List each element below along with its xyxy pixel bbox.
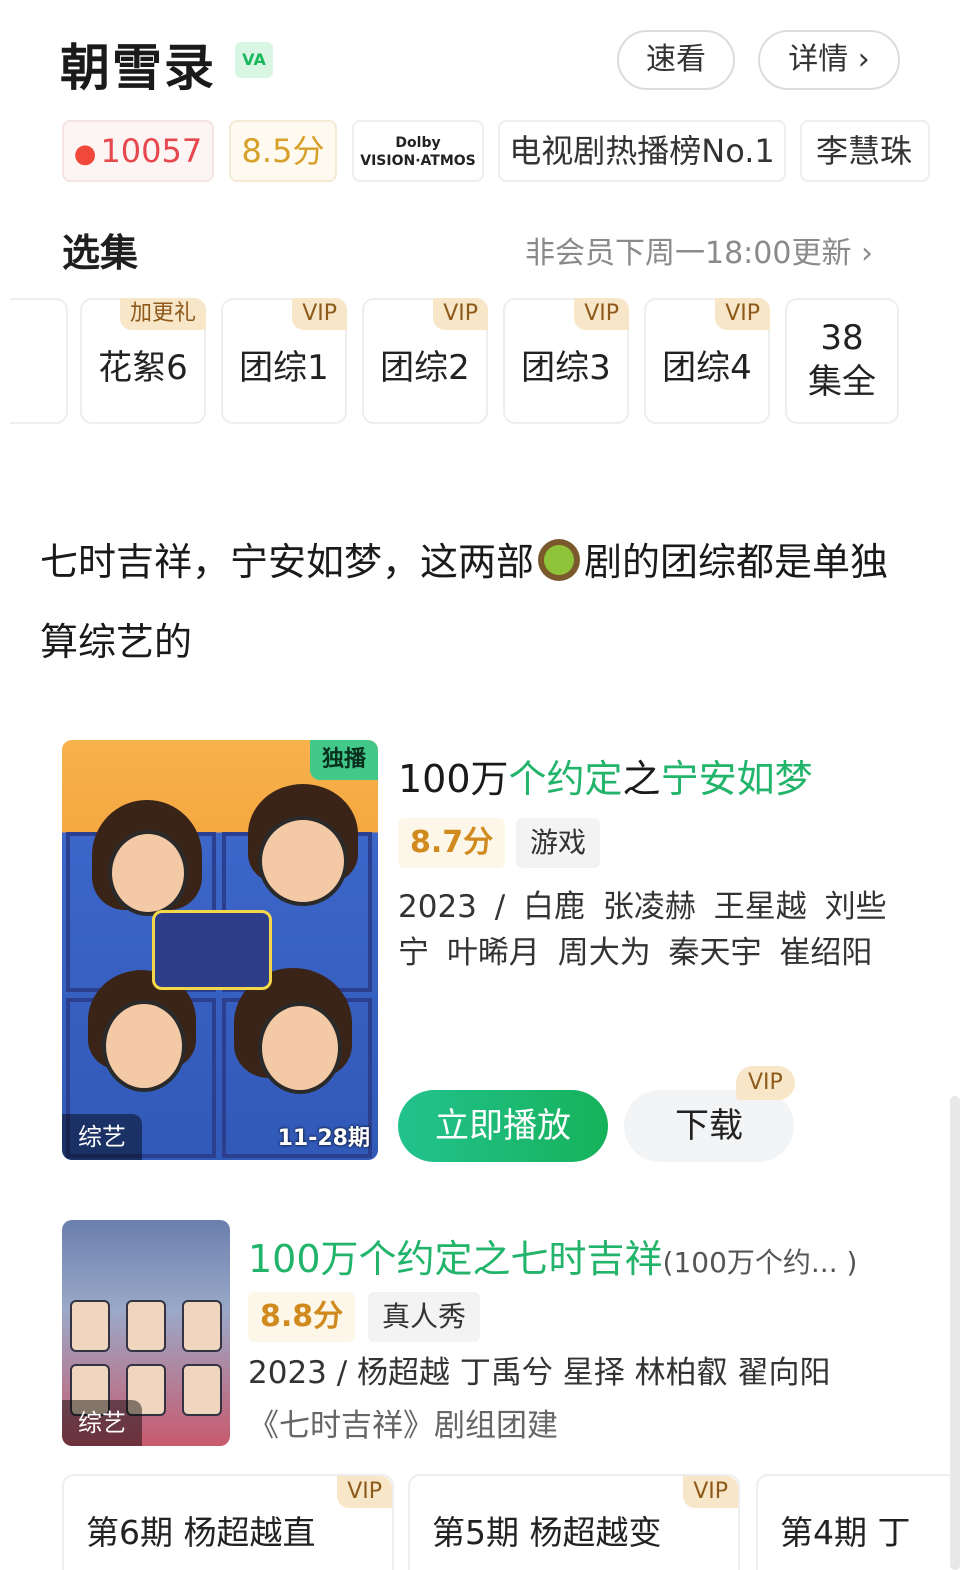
episode-tile[interactable]: VIP 团综3: [503, 298, 629, 424]
title-part: 个约定: [508, 757, 623, 801]
vip-badge: VIP: [715, 298, 770, 330]
show-title[interactable]: 100万个约定之宁安如梦: [398, 748, 813, 803]
category-tag: 综艺: [62, 1114, 142, 1160]
title-part: 100万: [398, 757, 509, 801]
cast-meta: 2023 / 白鹿 张凌赫 王星越 刘些宁 叶晞月 周大为 秦天宇 崔绍阳: [398, 889, 887, 971]
flame-icon: ●: [73, 139, 97, 169]
dolby-logo: Dolby: [395, 135, 441, 151]
poster-figure: [70, 1300, 110, 1352]
genre-tag[interactable]: 真人秀: [368, 1292, 481, 1342]
episode-tile-partial[interactable]: [10, 298, 68, 424]
episode-tile[interactable]: VIP 团综1: [221, 298, 347, 424]
episode-count: 38: [820, 318, 864, 358]
cast-meta: 2023 / 杨超越 丁禹兮 星择 林柏叡 翟向阳: [248, 1355, 831, 1391]
vip-badge: VIP: [292, 298, 347, 330]
complete-label: 集全: [808, 362, 876, 402]
heat-tag[interactable]: ● 10057: [62, 120, 214, 182]
title-part: 宁安如梦: [660, 757, 813, 801]
episode-tile[interactable]: VIP 团综2: [362, 298, 488, 424]
episode-card-title: 第5期 杨超越变: [432, 1513, 662, 1552]
poster-figure: [182, 1364, 222, 1416]
show-poster[interactable]: 综艺: [62, 1220, 230, 1446]
exclusive-badge: 独播: [309, 740, 378, 780]
poster-figure: [126, 1300, 166, 1352]
vip-badge: VIP: [683, 1476, 738, 1508]
title-alias: (100万个约... ): [662, 1246, 858, 1279]
update-schedule-link[interactable]: 非会员下周一18:00更新 ›: [525, 228, 873, 272]
va-badge-icon: VA: [235, 42, 273, 78]
show-poster[interactable]: 独播 综艺 11-28期: [62, 740, 378, 1160]
vip-badge: VIP: [736, 1066, 795, 1100]
vip-badge: VIP: [574, 298, 629, 330]
episode-label: 团综1: [239, 348, 329, 388]
post-text: 七时吉祥，宁安如梦，这两部 剧的团综都是单独算综艺的: [40, 522, 920, 682]
play-now-button[interactable]: 立即播放: [398, 1090, 608, 1162]
episode-label: 花絮6: [98, 348, 188, 388]
show-description: 《七时吉祥》剧组团建: [248, 1408, 558, 1444]
post-text-part1: 七时吉祥，宁安如梦，这两部: [40, 540, 535, 584]
poster-face: [258, 816, 348, 906]
poster-figure: [182, 1300, 222, 1352]
kiwi-icon: [538, 539, 581, 581]
all-episodes-button[interactable]: 38 集全: [785, 298, 899, 424]
dolby-tag[interactable]: Dolby VISION·ATMOS: [352, 120, 484, 182]
episode-label: 团综4: [662, 348, 752, 388]
category-tag: 综艺: [62, 1400, 142, 1446]
scrollbar[interactable]: [950, 1096, 960, 1570]
episode-label: 团综3: [521, 348, 611, 388]
poster-face: [258, 1002, 342, 1094]
vip-badge: VIP: [433, 298, 488, 330]
episode-label: 团综2: [380, 348, 470, 388]
dolby-subtitle: VISION·ATMOS: [360, 153, 476, 169]
episode-card[interactable]: VIP 第5期 杨超越变: [408, 1474, 740, 1570]
page-title: 朝雪录: [60, 39, 216, 97]
poster-face: [108, 830, 188, 916]
show-score: 8.8分: [248, 1292, 356, 1342]
score-tag[interactable]: 8.5分: [229, 120, 337, 182]
details-button[interactable]: 详情 ›: [758, 30, 900, 90]
episode-card-title: 第6期 杨超越直: [86, 1513, 316, 1552]
episodes-heading: 选集: [62, 231, 139, 275]
title-part: 之: [622, 757, 661, 801]
genre-tag[interactable]: 游戏: [516, 818, 601, 868]
bonus-badge: 加更礼: [119, 298, 206, 330]
title-main: 100万个约定之七时吉祥: [248, 1237, 663, 1281]
vip-badge: VIP: [337, 1476, 392, 1508]
show-score: 8.7分: [398, 818, 506, 868]
episode-tile[interactable]: VIP 团综4: [644, 298, 770, 424]
episode-range: 11-28期: [277, 1126, 370, 1151]
rank-tag[interactable]: 电视剧热播榜No.1: [498, 120, 786, 182]
episode-card[interactable]: VIP 第6期 杨超越直: [62, 1474, 394, 1570]
poster-face: [102, 1000, 186, 1092]
download-button[interactable]: 下载: [624, 1090, 794, 1162]
heat-value: 10057: [100, 132, 203, 170]
all-episodes-label: 38 集全: [787, 316, 897, 404]
show-title[interactable]: 100万个约定之七时吉祥(100万个约... ): [248, 1228, 857, 1283]
show-logo: [152, 910, 272, 990]
episode-card[interactable]: 第4期 丁: [756, 1474, 960, 1570]
episode-card-title: 第4期 丁: [780, 1513, 911, 1552]
actor-tag[interactable]: 李慧珠: [800, 120, 930, 182]
quick-view-button[interactable]: 速看: [617, 30, 735, 90]
episode-tile[interactable]: 加更礼 花絮6: [80, 298, 206, 424]
